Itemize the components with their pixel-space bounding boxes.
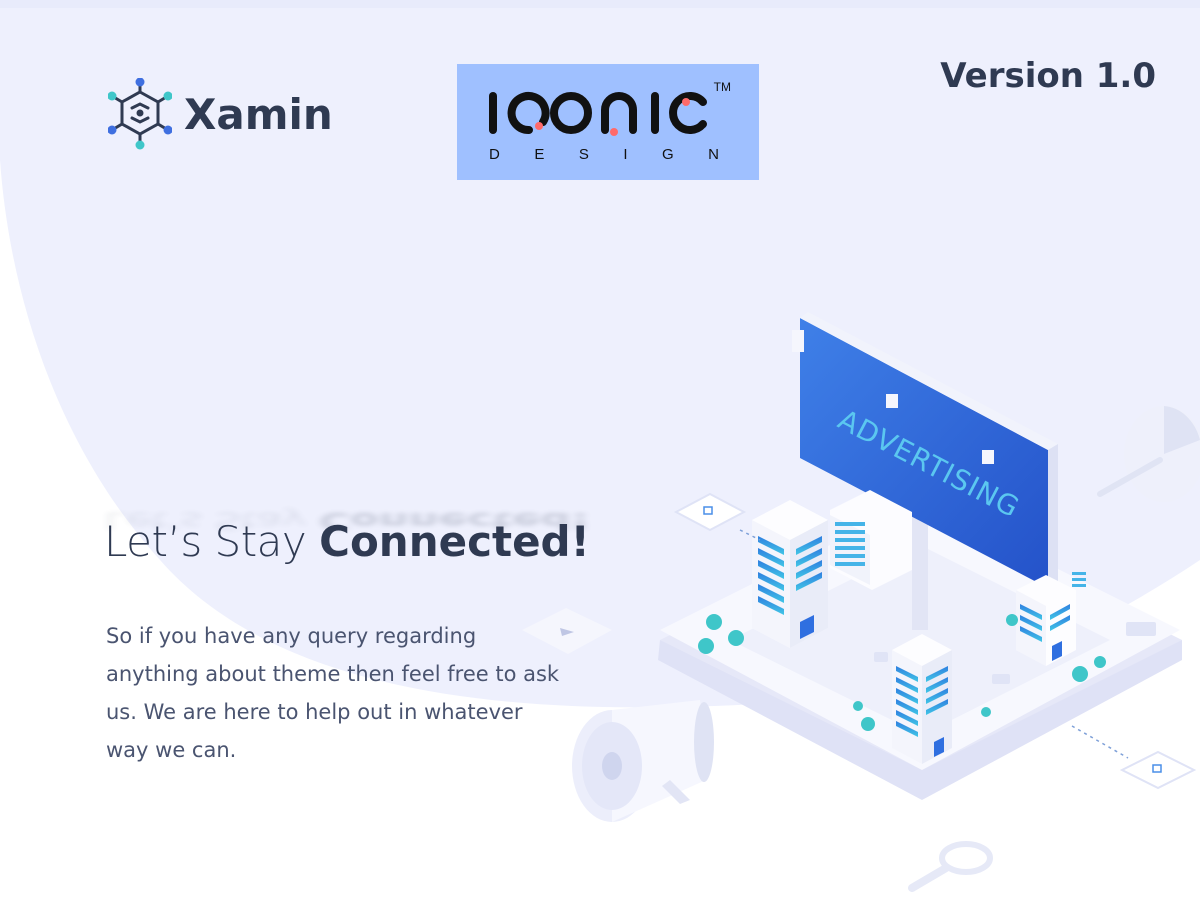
page-canvas: Xamin TM D E S I G N Version 1.0 ADVERTI… bbox=[0, 0, 1200, 900]
building-left bbox=[752, 500, 828, 648]
headline-bold: Connected! bbox=[319, 517, 590, 566]
headline-light: Let’s Stay bbox=[104, 517, 320, 566]
pie-target bbox=[1097, 406, 1200, 502]
megaphone bbox=[572, 700, 714, 822]
body-paragraph: So if you have any query regarding anyth… bbox=[106, 624, 560, 762]
magnifier bbox=[908, 841, 993, 892]
headline: Let’s Stay Connected! bbox=[104, 512, 590, 572]
building-center bbox=[892, 634, 952, 764]
